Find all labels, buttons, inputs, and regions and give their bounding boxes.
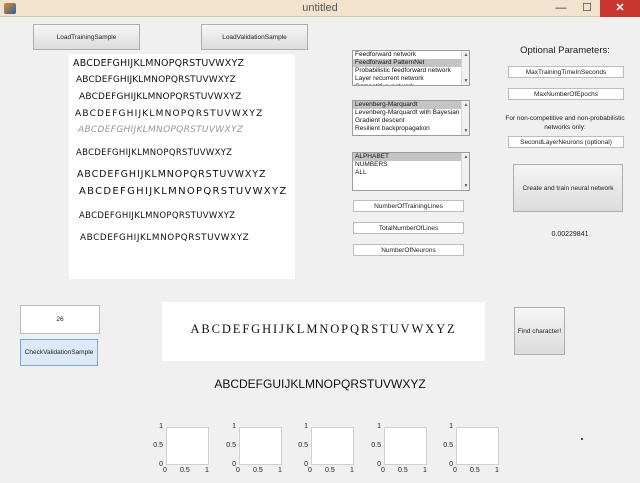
validation-sample-text: ABCDEFGHIJKLMNOPQRSTUVWXYZ [190,322,457,336]
axes-plot-area [456,427,499,465]
listbox-item[interactable]: Layer recurrent network [353,75,461,83]
max-epochs-field[interactable]: MaxNumberOfEpochs [508,88,624,100]
load-training-sample-button[interactable]: LoadTrainingSample [33,24,140,50]
window-title: untitled [302,2,338,14]
training-sample-line: ABCDEFGHIJKLMNOPQRSTUVWXYZ [80,233,250,243]
listbox-item[interactable]: NUMBERS [353,161,461,169]
scroll-up-icon[interactable]: ▲ [463,52,469,58]
small-axes: 1 0.5 0 0 0.5 1 [443,423,500,474]
x-tick-label: 0 [453,467,457,474]
training-algorithm-listbox[interactable]: Levenberg-Marquardt Levenberg-Marquardt w… [352,100,470,136]
training-sample-line: ABCDEFGHIJKLMNOPQRSTUVWXYZ [79,211,236,221]
y-tick-label: 0.5 [371,442,381,449]
training-sample-line: ABCDEFGHIJKLMNOPQRSTUVWXYZ [79,92,242,102]
scroll-down-icon[interactable]: ▼ [463,78,469,84]
x-tick-label: 1 [423,467,427,474]
x-tick-label: 0 [163,467,167,474]
number-of-neurons-field[interactable]: NumberOfNeurons [353,244,464,256]
listbox-item[interactable]: Competitive network [353,83,461,85]
network-type-listbox[interactable]: Feedforward network Feedforward PatternNe… [352,50,470,86]
listbox-scrollbar[interactable]: ▲ ▼ [461,153,469,190]
listbox-item[interactable]: Levenberg-Marquardt with Bayesian [353,109,461,117]
listbox-item[interactable]: ALL [353,169,461,177]
training-sample-line: ABCDEFGHIJKLMNOPQRSTUVWXYZ [78,125,244,135]
axes-plot-area [384,427,427,465]
scroll-up-icon[interactable]: ▲ [463,154,469,160]
training-sample-line: ABCDEFGHIJKLMNOPQRSTUVWXYZ [77,169,267,180]
title-bar: untitled — ☐ ✕ [0,0,640,17]
small-axes: 1 0.5 0 0 0.5 1 [153,423,210,474]
minimize-button[interactable]: — [548,0,574,17]
validation-sample-image: ABCDEFGHIJKLMNOPQRSTUVWXYZ [162,302,485,361]
y-tick-label: 1 [159,423,163,430]
listbox-item[interactable]: Gradient descent [353,117,461,125]
x-tick-label: 0.5 [253,467,263,474]
listbox-item[interactable]: Levenberg-Marquardt [353,101,461,109]
listbox-scrollbar[interactable]: ▲ ▼ [461,101,469,135]
second-layer-neurons-field[interactable]: SecondLayerNeurons (optional) [508,136,624,148]
x-tick-label: 1 [350,467,354,474]
y-tick-label: 0.5 [443,442,453,449]
recognized-text: ABCDEFGUIJKLMNOPQRSTUVWXYZ [214,377,426,391]
y-tick-label: 0.5 [226,442,236,449]
small-axes: 1 0.5 0 0 0.5 1 [298,423,355,474]
x-tick-label: 0.5 [470,467,480,474]
listbox-item[interactable]: Probabilistic feedforward network [353,67,461,75]
small-axes: 1 0.5 0 0 0.5 1 [371,423,428,474]
total-number-of-lines-field[interactable]: TotalNumberOfLines [353,222,464,234]
listbox-item[interactable]: Feedforward PatternNet [353,59,461,67]
training-error-value: 0.00229841 [551,231,589,238]
count-field[interactable]: 26 [20,305,100,334]
scroll-down-icon[interactable]: ▼ [463,183,469,189]
y-tick-label: 1 [232,423,236,430]
stray-dot [581,438,583,440]
x-tick-label: 1 [495,467,499,474]
optional-parameters-title: Optional Parameters: [520,45,610,56]
training-sample-line: ABCDEFGHIJKLMNOPQRSTUVWXYZ [79,186,288,197]
x-tick-label: 0 [381,467,385,474]
maximize-button[interactable]: ☐ [574,0,600,17]
y-tick-label: 1 [449,423,453,430]
create-and-train-button[interactable]: Create and train neural network [513,164,623,212]
training-sample-line: ABCDEFGHIJKLMNOPQRSTUVWXYZ [73,58,245,69]
check-validation-sample-button[interactable]: CheckValidationSample [20,339,98,366]
listbox-item[interactable]: Feedforward network [353,51,461,59]
scroll-down-icon[interactable]: ▼ [463,128,469,134]
y-tick-label: 1 [377,423,381,430]
find-character-button[interactable]: Find character! [514,307,565,355]
scroll-up-icon[interactable]: ▲ [463,102,469,108]
non-competitive-note: For non-competitive and non-probabilisti… [505,115,625,131]
training-sample-line: ABCDEFGHIJKLMNOPQRSTUVWXYZ [76,75,236,85]
x-tick-label: 1 [205,467,209,474]
sample-set-listbox[interactable]: ALPHABET NUMBERS ALL ▲ ▼ [352,152,470,191]
x-tick-label: 0.5 [180,467,190,474]
listbox-scrollbar[interactable]: ▲ ▼ [461,51,469,85]
axes-plot-area [311,427,354,465]
y-tick-label: 0.5 [153,442,163,449]
number-of-training-lines-field[interactable]: NumberOfTrainingLines [353,200,464,212]
training-sample-image: ABCDEFGHIJKLMNOPQRSTUVWXYZ ABCDEFGHIJKLMN… [69,54,295,279]
training-sample-line: ABCDEFGHIJKLMNOPQRSTUVWXYZ [76,148,233,158]
load-validation-sample-button[interactable]: LoadValidationSample [201,24,308,50]
max-training-time-field[interactable]: MaxTrainingTimeInSeconds [508,66,624,78]
close-button[interactable]: ✕ [600,0,640,17]
axes-plot-area [239,427,282,465]
small-axes: 1 0.5 0 0 0.5 1 [226,423,283,474]
axes-plot-area [166,427,209,465]
listbox-item[interactable]: ALPHABET [353,153,461,161]
y-tick-label: 0.5 [298,442,308,449]
x-tick-label: 0.5 [398,467,408,474]
x-tick-label: 1 [278,467,282,474]
x-tick-label: 0 [308,467,312,474]
listbox-item[interactable]: Resilient backpropagation [353,125,461,133]
y-tick-label: 1 [304,423,308,430]
x-tick-label: 0 [236,467,240,474]
x-tick-label: 0.5 [325,467,335,474]
training-sample-line: ABCDEFGHIJKLMNOPQRSTUVWXYZ [75,109,264,119]
